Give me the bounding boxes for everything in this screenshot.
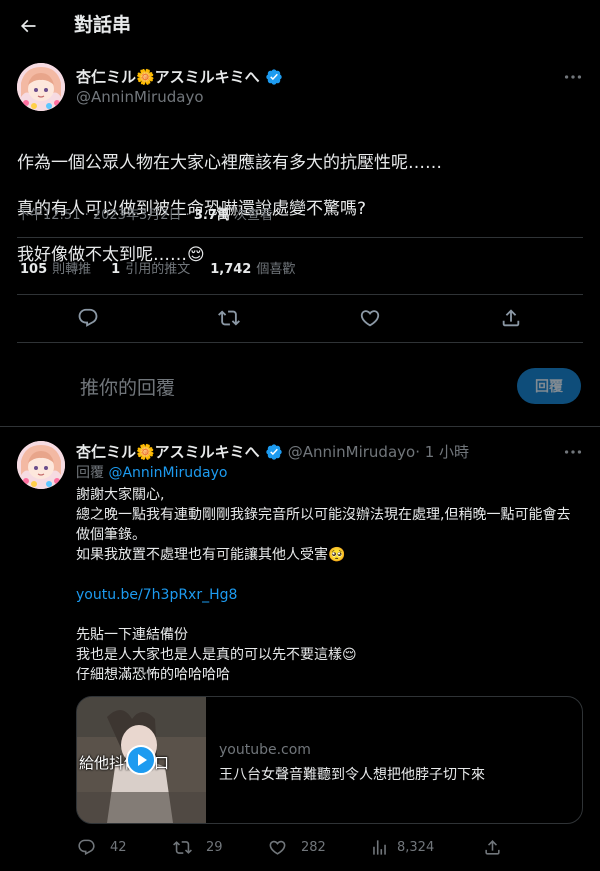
- replying-to-link[interactable]: @AnninMirudayo: [108, 465, 227, 481]
- share-icon[interactable]: [483, 838, 502, 857]
- views-count: 8,324: [397, 840, 435, 855]
- reply-text-line: 如果我放置不處理也有可能讓其他人受害🥺: [76, 547, 346, 563]
- retweets-label: 則轉推: [52, 262, 92, 277]
- display-name-row[interactable]: 杏仁ミル🌼アスミルキミへ: [76, 66, 283, 87]
- card-domain: youtube.com: [219, 742, 311, 758]
- video-thumbnail[interactable]: 給他抖個傷口: [77, 697, 206, 823]
- like-count: 282: [301, 840, 326, 855]
- share-action[interactable]: [483, 838, 502, 857]
- view-count: 3.7萬: [193, 208, 230, 223]
- quotes-label: 引用的推文: [125, 262, 191, 277]
- tweet-time[interactable]: · 1 小時: [415, 441, 469, 462]
- reply-count: 42: [110, 840, 127, 855]
- reply-text-line: 謝謝大家關心,: [76, 487, 165, 503]
- retweet-action[interactable]: 29: [173, 838, 223, 857]
- reply-text-line: 總之晚一點我有連動剛剛我錄完音所以可能沒辦法現在處理,但稍晚一點可能會去做個筆錄…: [76, 507, 571, 543]
- tweet-stats: 105 則轉推 1 引用的推文 1,742 個喜歡: [20, 258, 295, 277]
- reply-text-line: 我也是人大家也是人是真的可以先不要這樣😌: [76, 647, 357, 663]
- play-icon[interactable]: [126, 745, 156, 775]
- divider: [0, 426, 600, 427]
- reply-text-line: 仔細想滿恐怖的哈哈哈哈: [76, 667, 230, 683]
- reply-input[interactable]: 推你的回覆: [80, 373, 175, 400]
- likes-count: 1,742: [210, 262, 252, 277]
- retweets-count: 105: [20, 262, 48, 277]
- view-label: 次查看: [229, 208, 274, 223]
- retweets-stat[interactable]: 105 則轉推: [20, 258, 91, 277]
- verified-badge-icon: [265, 68, 283, 86]
- reply-header: 杏仁ミル🌼アスミルキミへ @AnninMirudayo · 1 小時: [76, 441, 469, 462]
- divider: [17, 237, 583, 238]
- display-name[interactable]: 杏仁ミル🌼アスミルキミへ: [76, 441, 260, 462]
- reply-text: 謝謝大家關心, 總之晚一點我有連動剛剛我錄完音所以可能沒辦法現在處理,但稍晚一點…: [76, 485, 584, 685]
- share-icon[interactable]: [500, 307, 522, 329]
- views-action[interactable]: 8,324: [370, 838, 434, 857]
- more-options-icon[interactable]: [562, 441, 584, 463]
- divider: [17, 342, 583, 343]
- like-icon[interactable]: [268, 838, 287, 857]
- link-card[interactable]: 給他抖個傷口 youtube.com 王八台女聲音難聽到令人想把他脖子切下來: [76, 696, 583, 824]
- reply-action[interactable]: 42: [77, 838, 127, 857]
- likes-stat[interactable]: 1,742 個喜歡: [210, 258, 295, 277]
- verified-badge-icon: [265, 443, 283, 461]
- reply-icon[interactable]: [77, 838, 96, 857]
- card-title: 王八台女聲音難聽到令人想把他脖子切下來: [219, 767, 485, 783]
- youtube-link[interactable]: youtu.be/7h3pRxr_Hg8: [76, 585, 584, 605]
- quotes-count: 1: [111, 262, 121, 277]
- arrow-left-icon[interactable]: [12, 10, 44, 42]
- replying-to: 回覆 @AnninMirudayo: [76, 462, 227, 482]
- more-options-icon[interactable]: [562, 66, 584, 88]
- reply-button[interactable]: 回覆: [517, 368, 581, 404]
- like-action[interactable]: 282: [268, 838, 326, 857]
- tweet-meta: 下午12:51 · 2023年3月2日 · 3.7萬 次查看: [17, 204, 273, 223]
- likes-label: 個喜歡: [256, 262, 296, 277]
- top-bar: 對話串: [0, 0, 600, 52]
- user-handle[interactable]: @AnninMirudayo: [288, 443, 416, 461]
- retweet-icon[interactable]: [218, 307, 240, 329]
- reply-icon[interactable]: [77, 307, 99, 329]
- page-title: 對話串: [74, 14, 132, 36]
- tweet-timestamp[interactable]: 下午12:51 · 2023年3月2日 ·: [17, 208, 194, 223]
- avatar[interactable]: [17, 441, 65, 489]
- views-chart-icon[interactable]: [370, 838, 389, 857]
- quotes-stat[interactable]: 1 引用的推文: [111, 258, 190, 277]
- user-handle[interactable]: @AnninMirudayo: [76, 88, 204, 106]
- reply-text-line: 先貼一下連結備份: [76, 627, 188, 643]
- divider: [17, 294, 583, 295]
- retweet-count: 29: [206, 840, 223, 855]
- replying-label: 回覆: [76, 465, 109, 481]
- tweet-text-line: 作為一個公眾人物在大家心裡應該有多大的抗壓性呢……: [17, 153, 442, 173]
- retweet-icon[interactable]: [173, 838, 192, 857]
- like-icon[interactable]: [359, 307, 381, 329]
- display-name[interactable]: 杏仁ミル🌼アスミルキミへ: [76, 66, 260, 87]
- avatar[interactable]: [17, 63, 65, 111]
